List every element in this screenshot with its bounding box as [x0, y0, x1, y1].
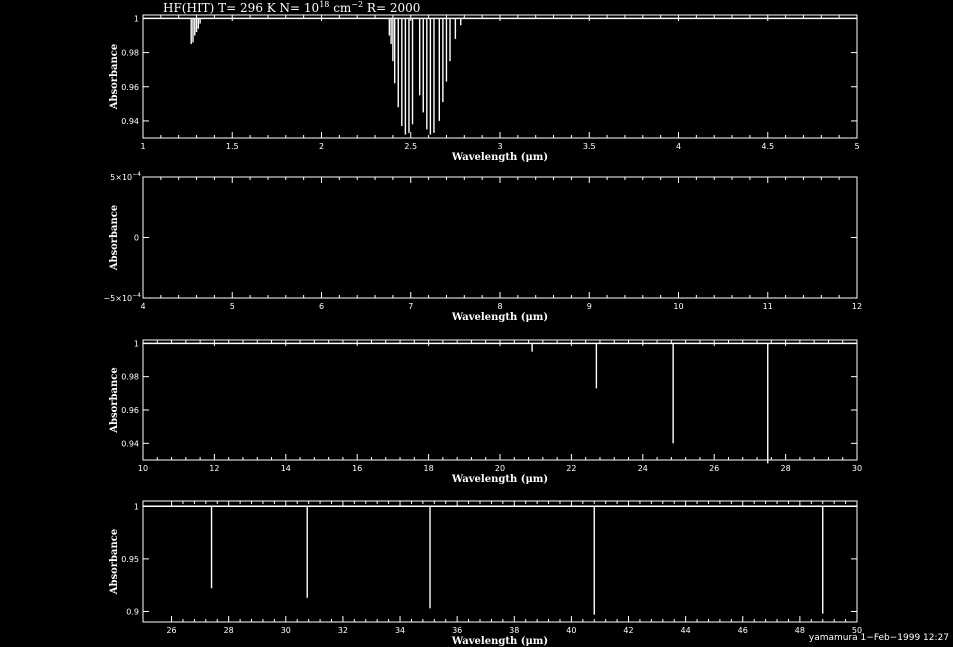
x-tick-label: 8 [497, 302, 502, 311]
plot-frame [142, 339, 858, 461]
x-tick-label: 3 [497, 142, 502, 151]
x-tick-label: 38 [509, 626, 519, 635]
x-axis-label: Wavelength (μm) [451, 152, 548, 163]
spectrum-chart: HF(HIT) T= 296 K N= 1018 cm−2 R= 2000 11… [103, 0, 949, 647]
x-axis-label: Wavelength (μm) [451, 474, 548, 485]
x-tick-label: 11 [763, 302, 773, 311]
x-tick-label: 26 [709, 464, 719, 473]
x-tick-label: 28 [224, 626, 234, 635]
plot-frame [142, 176, 858, 299]
x-tick-label: 9 [587, 302, 592, 311]
x-axis-label: Wavelength (μm) [451, 312, 548, 323]
plot-frame [142, 14, 858, 139]
x-tick-label: 4 [140, 302, 145, 311]
y-tick-label: 0.96 [121, 406, 139, 415]
x-tick-label: 36 [452, 626, 462, 635]
y-axis-label: Absorbance [109, 529, 120, 596]
x-tick-label: 30 [852, 464, 862, 473]
x-tick-label: 4.5 [761, 142, 774, 151]
y-tick-label: −5×10−4 [103, 292, 141, 303]
chart-title: HF(HIT) T= 296 K N= 1018 cm−2 R= 2000 [163, 0, 420, 15]
x-tick-label: 4 [676, 142, 681, 151]
panel-4: 26 28 30 32 34 36 38 40 42 44 46 48 500.90.951Wavele… [109, 500, 862, 647]
footer-stamp: yamamura 1−Feb−1999 12:27 [809, 633, 949, 643]
panel-2: 4 5 6 7 8 9 10 11 12 −5×10−4 0 5×10−4 Wavelength (μm… [103, 171, 862, 323]
x-tick-label: 18 [424, 464, 434, 473]
x-tick-label: 10 [138, 464, 148, 473]
y-tick-label: 0 [134, 234, 139, 243]
x-tick-label: 2 [319, 142, 324, 151]
y-tick-label: 0.95 [121, 555, 139, 564]
x-tick-label: 2.5 [404, 142, 417, 151]
y-tick-label: 0.94 [121, 117, 139, 126]
panels: 1 1.5 2 2.5 3 3.5 4 4.5 50.940.960.981Wavelength… [103, 14, 862, 647]
y-tick-label: 0.94 [121, 439, 139, 448]
y-axis-label: Absorbance [109, 367, 120, 434]
x-tick-label: 1.5 [226, 142, 239, 151]
panel-3: 10 12 14 16 18 20 22 24 26 28 30 0.94 0.96 0.98 1 Wavel… [109, 339, 862, 485]
x-tick-label: 40 [566, 626, 576, 635]
x-tick-label: 34 [395, 626, 405, 635]
x-tick-label: 24 [638, 464, 648, 473]
x-tick-label: 20 [495, 464, 505, 473]
x-tick-label: 48 [795, 626, 805, 635]
y-tick-label: 1 [134, 502, 139, 511]
y-axis-label: Absorbance [109, 44, 120, 111]
x-tick-label: 10 [673, 302, 683, 311]
x-tick-label: 22 [566, 464, 576, 473]
x-tick-label: 32 [338, 626, 348, 635]
y-tick-label: 0.98 [121, 373, 139, 382]
x-tick-label: 30 [281, 626, 291, 635]
y-tick-label: 0.96 [121, 83, 139, 92]
x-tick-label: 5 [854, 142, 859, 151]
x-tick-label: 16 [352, 464, 362, 473]
x-tick-label: 46 [738, 626, 748, 635]
plot-frame [142, 500, 858, 623]
panel-1: 1 1.5 2 2.5 3 3.5 4 4.5 5 0.94 0.96 0.98 1 Wavelength… [109, 14, 860, 163]
y-axis-label: Absorbance [109, 205, 120, 272]
x-axis-label: Wavelength (μm) [451, 636, 548, 647]
x-tick-label: 28 [781, 464, 791, 473]
x-tick-label: 6 [319, 302, 324, 311]
x-tick-label: 12 [852, 302, 862, 311]
x-tick-label: 12 [209, 464, 219, 473]
y-tick-label: 1 [134, 14, 139, 23]
x-tick-label: 44 [681, 626, 691, 635]
x-tick-label: 42 [623, 626, 633, 635]
x-tick-label: 3.5 [583, 142, 596, 151]
x-tick-label: 7 [408, 302, 413, 311]
y-tick-label: 0.98 [121, 49, 139, 58]
y-tick-label: 5×10−4 [110, 171, 141, 182]
x-tick-label: 14 [281, 464, 291, 473]
x-tick-label: 1 [140, 142, 145, 151]
y-tick-label: 1 [134, 339, 139, 348]
x-tick-label: 5 [230, 302, 235, 311]
x-tick-label: 26 [166, 626, 176, 635]
y-tick-label: 0.9 [126, 607, 139, 616]
